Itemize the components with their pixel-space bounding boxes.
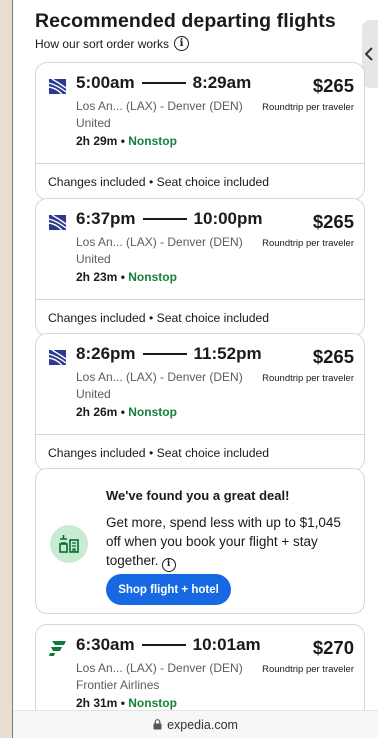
flight-perks: Changes included • Seat choice included (36, 163, 364, 199)
flight-card[interactable]: 5:00am 8:29am Los An... (LAX) - Denver (… (35, 62, 365, 200)
airline-name: United (76, 116, 111, 130)
departure-time: 6:37pm (76, 209, 136, 228)
frontier-logo-icon (49, 641, 66, 656)
page-title: Recommended departing flights (35, 10, 336, 32)
time-separator (141, 644, 186, 646)
flight-duration: 2h 23m • Nonstop (76, 270, 177, 284)
stops-label: Nonstop (128, 405, 177, 419)
flight-times: 5:00am 8:29am (76, 73, 251, 93)
sort-order-info-link[interactable]: How our sort order works i (35, 36, 336, 51)
flight-duration: 2h 26m • Nonstop (76, 405, 177, 419)
arrival-time: 10:01am (192, 635, 261, 654)
stops-label: Nonstop (128, 134, 177, 148)
time-separator (142, 353, 187, 355)
flight-card[interactable]: 8:26pm 11:52pm Los An... (LAX) - Denver … (35, 333, 365, 471)
deal-description: Get more, spend less with up to $1,045 o… (106, 513, 350, 572)
duration-value: 2h 26m (76, 405, 118, 419)
stops-label: Nonstop (128, 270, 177, 284)
time-separator (142, 218, 187, 220)
shop-flight-hotel-button[interactable]: Shop flight + hotel (106, 574, 231, 605)
flight-times: 6:37pm 10:00pm (76, 209, 263, 229)
duration-value: 2h 23m (76, 270, 118, 284)
time-separator (141, 82, 186, 84)
price-note: Roundtrip per traveler (262, 373, 354, 384)
arrival-time: 10:00pm (193, 209, 263, 228)
info-icon[interactable]: i (174, 36, 190, 51)
sort-order-label: How our sort order works (35, 36, 170, 51)
airline-name: United (76, 387, 111, 401)
arrival-time: 8:29am (192, 73, 252, 92)
flight-times: 8:26pm 11:52pm (76, 344, 262, 364)
results-header: Recommended departing flights How our so… (35, 10, 336, 51)
airline-name: Frontier Airlines (76, 678, 160, 692)
duration-value: 2h 31m (76, 696, 118, 710)
flight-duration: 2h 29m • Nonstop (76, 134, 177, 148)
deal-text: Get more, spend less with up to $1,045 o… (106, 515, 341, 568)
chevron-left-icon (364, 47, 373, 61)
info-icon[interactable]: i (161, 557, 176, 572)
flight-perks: Changes included • Seat choice included (36, 434, 364, 470)
airline-name: United (76, 252, 111, 266)
results-panel: Recommended departing flights How our so… (12, 0, 378, 738)
flight-price: $265 (312, 75, 354, 96)
flight-price: $265 (312, 346, 354, 367)
flight-route: Los An... (LAX) - Denver (DEN) (76, 661, 243, 675)
duration-separator: • (120, 405, 125, 419)
duration-separator: • (120, 270, 125, 284)
stops-label: Nonstop (128, 696, 177, 710)
flight-price: $270 (312, 637, 354, 658)
departure-time: 8:26pm (76, 344, 136, 363)
flight-perks: Changes included • Seat choice included (36, 299, 364, 335)
flight-price: $265 (312, 211, 354, 232)
united-logo-icon (49, 215, 66, 230)
duration-value: 2h 29m (76, 134, 118, 148)
flight-duration: 2h 31m • Nonstop (76, 696, 177, 710)
lock-icon (153, 719, 162, 730)
flight-route: Los An... (LAX) - Denver (DEN) (76, 235, 243, 249)
flight-route: Los An... (LAX) - Denver (DEN) (76, 370, 243, 384)
price-note: Roundtrip per traveler (262, 238, 354, 249)
departure-time: 6:30am (76, 635, 135, 654)
price-note: Roundtrip per traveler (262, 102, 354, 113)
price-note: Roundtrip per traveler (262, 664, 354, 675)
duration-separator: • (120, 134, 125, 148)
arrival-time: 11:52pm (193, 344, 262, 363)
flight-card[interactable]: 6:37pm 10:00pm Los An... (LAX) - Denver … (35, 198, 365, 336)
united-logo-icon (49, 350, 66, 365)
bundle-deal-card: We've found you a great deal! Get more, … (35, 468, 365, 614)
flight-hotel-bundle-icon (50, 525, 88, 563)
departure-time: 5:00am (76, 73, 135, 92)
united-logo-icon (49, 79, 66, 94)
browser-address-bar[interactable]: expedia.com (13, 710, 378, 738)
flight-times: 6:30am 10:01am (76, 635, 261, 655)
flight-route: Los An... (LAX) - Denver (DEN) (76, 99, 243, 113)
duration-separator: • (120, 696, 125, 710)
deal-title: We've found you a great deal! (106, 488, 290, 503)
browser-url: expedia.com (167, 717, 238, 732)
